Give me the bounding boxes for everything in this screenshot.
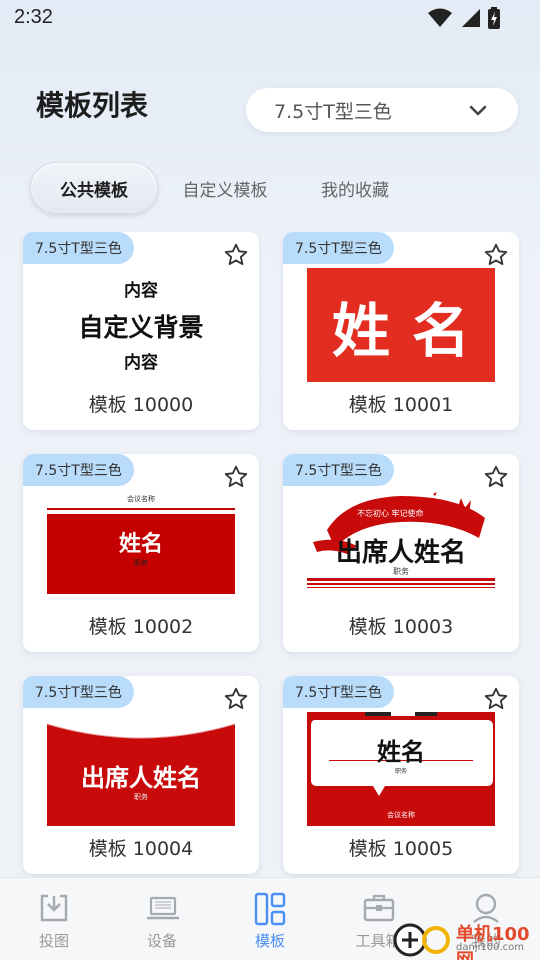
template-preview: 会议名称 姓名 职务 bbox=[47, 490, 235, 604]
template-card[interactable]: 7.5寸T型三色 不忘初心 牢记使命 出席人姓名 职务 模板 10003 bbox=[283, 454, 519, 652]
preview-text: 职务 bbox=[134, 793, 148, 801]
favorite-star-icon[interactable] bbox=[483, 464, 509, 490]
preview-text: 不忘初心 牢记使命 bbox=[357, 509, 424, 518]
tab-custom-templates[interactable]: 自定义模板 bbox=[170, 162, 280, 214]
nav-label: 模板 bbox=[254, 932, 285, 950]
favorite-star-icon[interactable] bbox=[223, 464, 249, 490]
favorite-star-icon[interactable] bbox=[223, 242, 249, 268]
template-card[interactable]: 7.5寸T型三色 姓名 职务 会议名称 模板 10005 bbox=[283, 676, 519, 874]
preview-text: 会议名称 bbox=[127, 495, 155, 503]
wifi-icon bbox=[428, 8, 452, 27]
signal-icon bbox=[462, 9, 480, 27]
favorite-star-icon[interactable] bbox=[223, 686, 249, 712]
toolbox-icon bbox=[363, 894, 395, 922]
preview-name: 姓名 bbox=[118, 532, 163, 557]
template-card[interactable]: 7.5寸T型三色 姓名 模板 10001 bbox=[283, 232, 519, 430]
preview-text: 会议名称 bbox=[387, 811, 415, 819]
preview-name: 出席人姓名 bbox=[335, 538, 466, 568]
nav-item-template[interactable]: 模板 bbox=[216, 878, 324, 960]
preview-text: 内容 bbox=[124, 353, 158, 373]
template-preview: 姓名 bbox=[307, 268, 495, 382]
favorite-star-icon[interactable] bbox=[483, 242, 509, 268]
template-preview: 内容 自定义背景 内容 bbox=[47, 268, 235, 382]
status-time: 2:32 bbox=[14, 6, 53, 28]
template-caption: 模板 10003 bbox=[348, 616, 454, 638]
watermark-text: 单机100网 bbox=[456, 924, 530, 960]
nav-label: 投图 bbox=[38, 932, 69, 950]
preview-name: 姓名 bbox=[331, 297, 492, 365]
preview-text: 职务 bbox=[134, 559, 148, 567]
preview-divider bbox=[47, 508, 235, 510]
template-type-badge: 7.5寸T型三色 bbox=[283, 232, 394, 264]
template-card[interactable]: 7.5寸T型三色 会议名称 姓名 职务 模板 10002 bbox=[23, 454, 259, 652]
model-select-dropdown[interactable]: 7.5寸T型三色 bbox=[246, 88, 518, 132]
nav-item-cast[interactable]: 投图 bbox=[0, 878, 108, 960]
laptop-icon bbox=[147, 896, 179, 920]
watermark-logo: 单机100网 danji100.com bbox=[392, 918, 540, 960]
status-icons bbox=[428, 7, 500, 29]
preview-text: 职务 bbox=[393, 567, 409, 576]
preview-name: 出席人姓名 bbox=[81, 764, 201, 792]
template-preview: 姓名 职务 会议名称 bbox=[307, 712, 495, 826]
preview-text: 自定义背景 bbox=[78, 313, 204, 342]
template-type-badge: 7.5寸T型三色 bbox=[23, 676, 134, 708]
template-card[interactable]: 7.5寸T型三色 出席人姓名 职务 模板 10004 bbox=[23, 676, 259, 874]
battery-icon bbox=[488, 7, 500, 29]
favorite-star-icon[interactable] bbox=[483, 686, 509, 712]
nav-item-device[interactable]: 设备 bbox=[108, 878, 216, 960]
model-select-value: 7.5寸T型三色 bbox=[274, 100, 392, 123]
preview-text: 职务 bbox=[394, 768, 407, 775]
template-type-badge: 7.5寸T型三色 bbox=[283, 676, 394, 708]
tab-public-templates[interactable]: 公共模板 bbox=[30, 162, 158, 214]
template-caption: 模板 10005 bbox=[348, 838, 454, 860]
template-tabs: 公共模板 自定义模板 我的收藏 bbox=[30, 162, 530, 214]
template-caption: 模板 10000 bbox=[88, 394, 194, 416]
template-type-badge: 7.5寸T型三色 bbox=[283, 454, 394, 486]
template-grid: 7.5寸T型三色 内容 自定义背景 内容 模板 10000 7.5寸T型三色 姓… bbox=[0, 232, 540, 877]
template-type-badge: 7.5寸T型三色 bbox=[23, 232, 134, 264]
status-bar: 2:32 bbox=[0, 0, 540, 36]
preview-text: 内容 bbox=[124, 281, 158, 301]
template-type-badge: 7.5寸T型三色 bbox=[23, 454, 134, 486]
template-caption: 模板 10004 bbox=[88, 838, 194, 860]
template-grid-icon bbox=[254, 892, 286, 926]
preview-name: 姓名 bbox=[377, 738, 425, 766]
tab-my-favorites[interactable]: 我的收藏 bbox=[300, 162, 410, 214]
page-title: 模板列表 bbox=[36, 89, 149, 122]
watermark-url: danji100.com bbox=[456, 942, 524, 953]
chevron-down-icon bbox=[469, 105, 487, 116]
template-caption: 模板 10001 bbox=[348, 394, 454, 416]
download-tray-icon bbox=[40, 894, 68, 922]
template-caption: 模板 10002 bbox=[88, 616, 194, 638]
template-card[interactable]: 7.5寸T型三色 内容 自定义背景 内容 模板 10000 bbox=[23, 232, 259, 430]
template-preview: 出席人姓名 职务 bbox=[47, 712, 235, 826]
template-preview: 不忘初心 牢记使命 出席人姓名 职务 bbox=[307, 490, 495, 604]
watermark-plus-icon bbox=[393, 923, 450, 957]
nav-label: 设备 bbox=[146, 932, 177, 950]
